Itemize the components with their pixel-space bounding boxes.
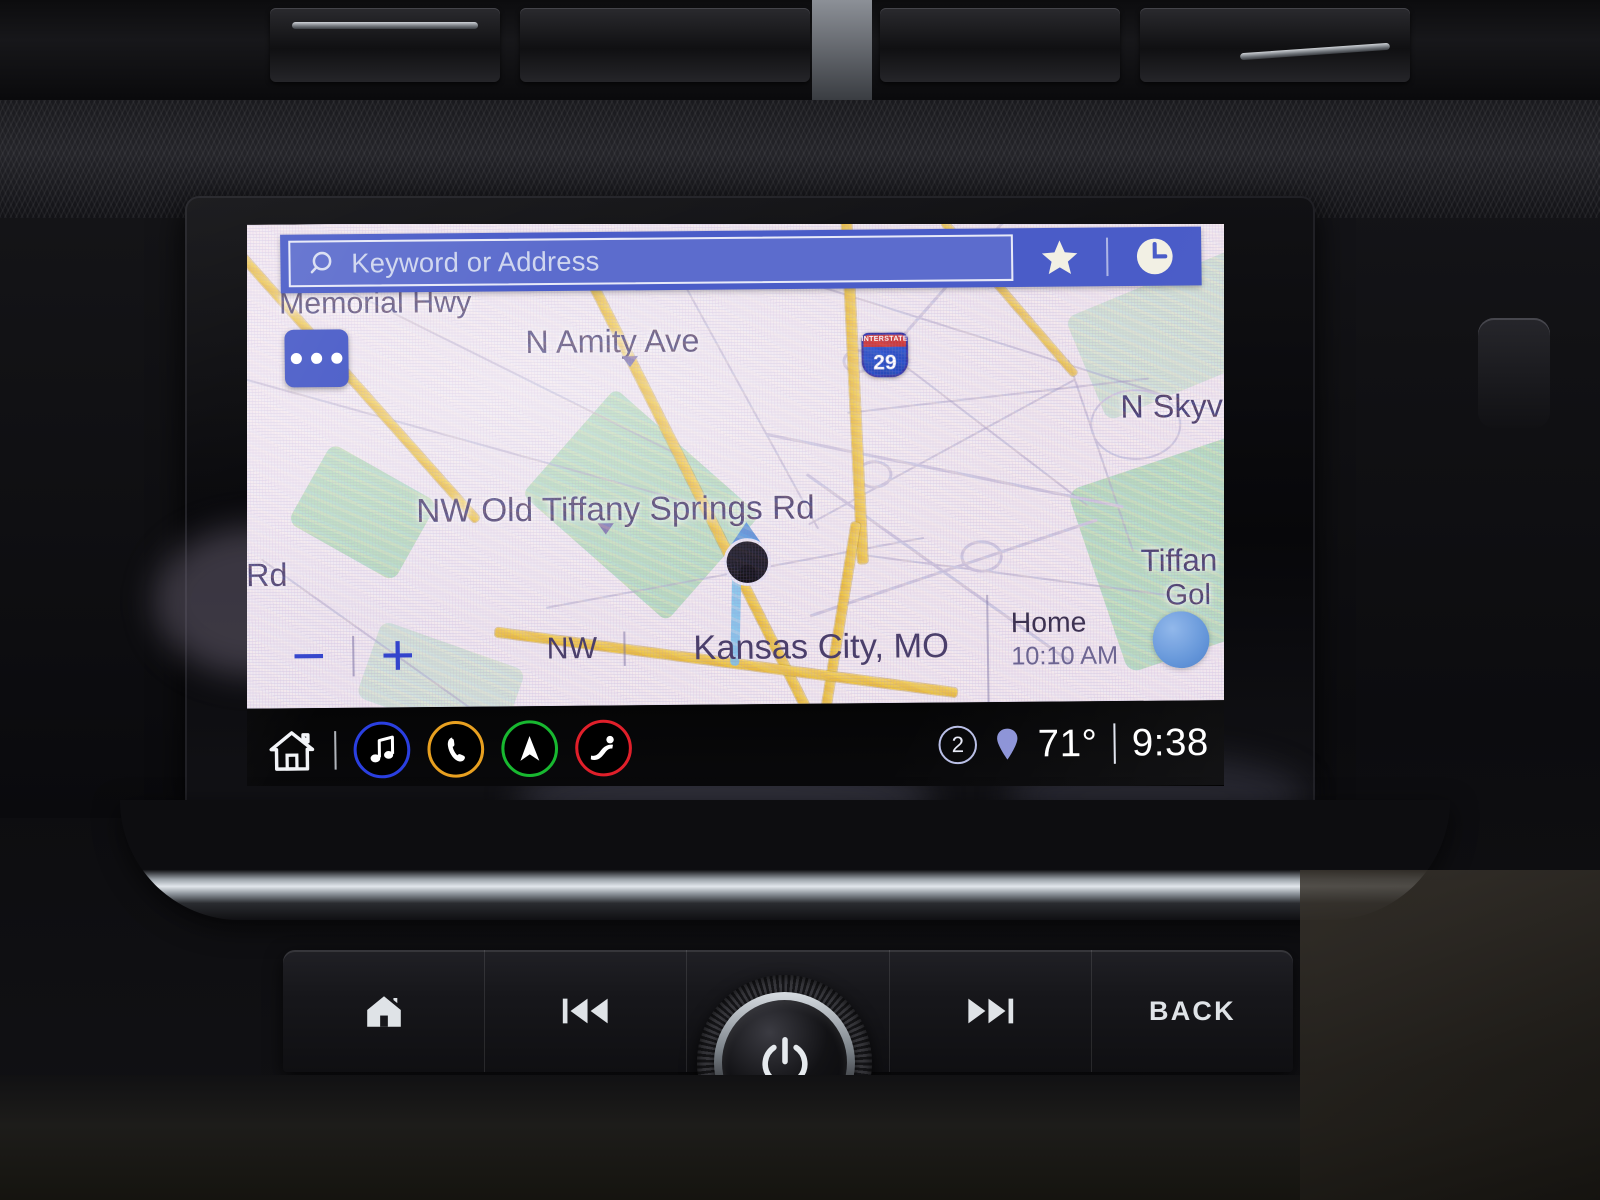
recent-destinations-button[interactable] [1108,227,1202,287]
taskbar-app-media[interactable] [353,721,411,779]
navigation-arrow-icon [520,735,540,761]
zoom-out-button[interactable]: − [291,623,326,689]
console-previous-track-button[interactable] [485,950,686,1072]
shield-top-text: INTERSTATE [861,335,908,343]
zoom-in-button[interactable]: + [380,622,415,688]
favorites-button[interactable] [1013,228,1107,288]
center-stack-chrome-trim [120,800,1450,920]
leather-side-panel [1300,870,1600,1200]
console-back-button[interactable]: BACK [1092,950,1293,1072]
map-roundabout [960,540,1004,573]
ellipsis-icon [290,352,303,365]
map-options-menu-button[interactable] [284,329,349,388]
console-next-track-button[interactable] [890,950,1091,1072]
shield-number: 29 [872,350,897,375]
search-icon [310,251,332,274]
taskbar-home-button[interactable] [266,726,317,775]
map-label-pointer [597,523,614,535]
taskbar-app-phone[interactable] [427,720,485,778]
infotainment-screen[interactable]: INTERSTATE 29 Memorial Hwy N Amity Ave N… [247,224,1224,786]
taskbar-app-projection[interactable] [574,719,633,777]
phone-icon [447,737,465,762]
music-note-icon [370,735,395,763]
home-icon [269,731,315,771]
taskbar-divider [334,731,337,770]
outside-temperature: 71° [1037,721,1098,765]
dashboard-air-vents [0,0,1600,100]
compass-heading: NW [546,631,626,666]
previous-track-icon [562,998,608,1024]
highway-shield-i29: INTERSTATE 29 [861,332,909,378]
driver-profile-indicator[interactable]: 2 [938,725,978,765]
search-bar[interactable]: Keyword or Address [280,226,1202,294]
clock-icon [1136,238,1173,275]
navigation-map[interactable]: INTERSTATE 29 Memorial Hwy N Amity Ave N… [247,224,1224,709]
location-pin-icon [997,728,1018,760]
vehicle-dashboard: INTERSTATE 29 Memorial Hwy N Amity Ave N… [0,0,1600,1200]
console-home-button[interactable] [283,950,484,1072]
vehicle-position-icon [715,521,779,597]
compass-divider [623,631,626,666]
person-seat-icon [590,735,614,761]
taskbar-app-navigation[interactable] [500,720,559,778]
start-navigation-button[interactable] [1152,611,1210,669]
map-label-pointer [621,356,639,368]
star-icon [1041,240,1078,275]
ellipsis-icon [331,352,343,364]
map-label-n-skyview: N Skyv [1120,387,1224,425]
map-label-tiffany: Tiffan [1140,542,1218,579]
taskbar-status-area: 2 71° 9:38 [938,721,1224,767]
system-clock: 9:38 [1131,720,1209,765]
status-divider [1113,723,1116,764]
next-track-icon [968,998,1014,1024]
map-label-rd: Rd [247,556,288,594]
bottom-taskbar: 2 71° 9:38 [247,700,1224,786]
home-icon [366,996,401,1027]
map-label-n-amity-ave: N Amity Ave [525,322,700,361]
zoom-controls-divider [351,635,355,677]
search-input[interactable]: Keyword or Address [288,234,1014,288]
map-zoom-controls[interactable]: − + [291,622,415,689]
ellipsis-icon [310,352,323,364]
search-placeholder: Keyword or Address [351,245,600,279]
side-panel-handle [1478,318,1550,428]
current-city-label: Kansas City, MO [693,626,950,668]
destination-card[interactable]: Home 10:10 AM [986,592,1224,703]
compass-direction: NW [546,631,598,666]
